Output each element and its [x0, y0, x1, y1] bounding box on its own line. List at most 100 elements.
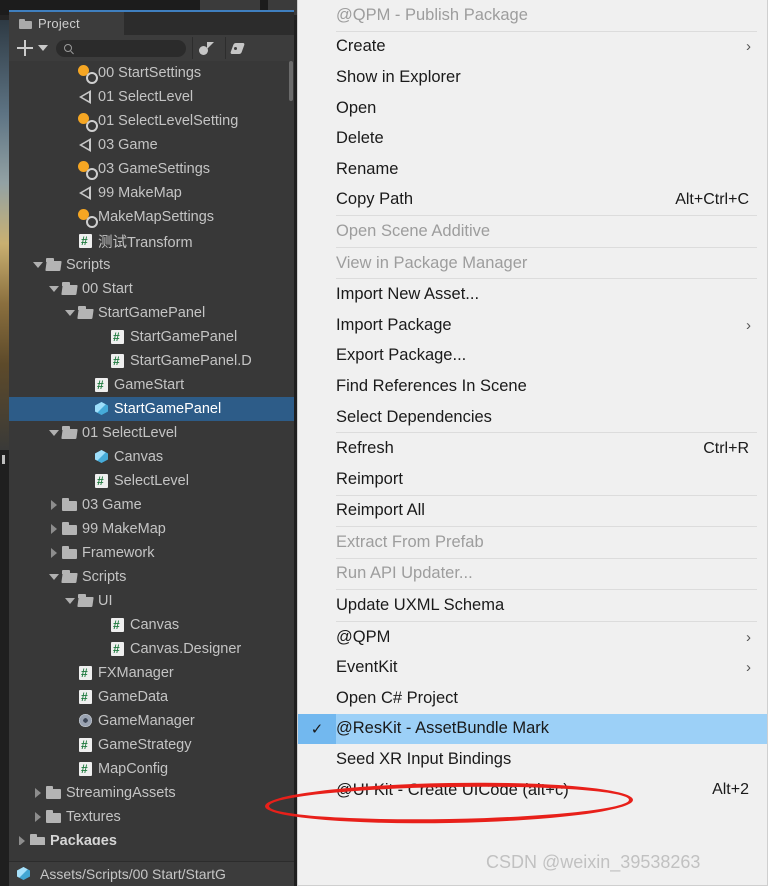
- checkmark-icon: ✓: [298, 713, 336, 745]
- tree-item[interactable]: StartGamePanel: [9, 325, 294, 349]
- tree-item[interactable]: Scripts: [9, 253, 294, 277]
- tree-item[interactable]: 03 GameSettings: [9, 157, 294, 181]
- menu-item[interactable]: Import Package ›: [298, 310, 767, 341]
- tree-item[interactable]: Scripts: [9, 565, 294, 589]
- menu-item[interactable]: Reimport: [298, 464, 767, 495]
- tab-project[interactable]: Project: [9, 12, 124, 35]
- tree-item[interactable]: StartGamePanel: [9, 397, 294, 421]
- tree-item[interactable]: FXManager: [9, 661, 294, 685]
- tree-item[interactable]: 01 SelectLevel: [9, 85, 294, 109]
- search-input[interactable]: [76, 42, 176, 54]
- menu-item[interactable]: Copy Path Alt+Ctrl+C: [298, 185, 767, 216]
- cs-icon: [109, 617, 127, 633]
- tree-twisty-closed[interactable]: [31, 810, 45, 824]
- tree-twisty-closed[interactable]: [47, 498, 61, 512]
- menu-item: Open Scene Additive: [298, 216, 767, 247]
- tree-scrollbar[interactable]: [289, 61, 293, 101]
- menu-item[interactable]: Update UXML Schema: [298, 590, 767, 621]
- menu-item[interactable]: Create ›: [298, 32, 767, 63]
- tree-twisty-open[interactable]: [63, 306, 77, 320]
- label-filter-button[interactable]: [226, 37, 252, 59]
- menu-item[interactable]: EventKit ›: [298, 652, 767, 683]
- tree-item[interactable]: SelectLevel: [9, 469, 294, 493]
- tree-item[interactable]: 03 Game: [9, 133, 294, 157]
- menu-item-label: Open C# Project: [336, 688, 458, 707]
- project-panel: Project 00 StartSettings 01 SelectLevel 01…: [9, 10, 294, 886]
- tree-item[interactable]: 03 Game: [9, 493, 294, 517]
- tree-twisty-closed[interactable]: [31, 786, 45, 800]
- tree-item[interactable]: 00 StartSettings: [9, 61, 294, 85]
- tree-item[interactable]: 测试Transform: [9, 229, 294, 253]
- cs-icon: [93, 377, 111, 393]
- menu-item[interactable]: @QPM ›: [298, 622, 767, 653]
- menu-item[interactable]: Show in Explorer: [298, 62, 767, 93]
- avatar-filter-button[interactable]: [193, 37, 219, 59]
- tree-item[interactable]: Canvas: [9, 613, 294, 637]
- tree-item[interactable]: StartGamePanel.D: [9, 349, 294, 373]
- menu-item[interactable]: Select Dependencies: [298, 402, 767, 433]
- project-tree[interactable]: 00 StartSettings 01 SelectLevel 01 SelectL…: [9, 61, 294, 845]
- tree-item[interactable]: GameStrategy: [9, 733, 294, 757]
- bulb-icon: [77, 65, 98, 84]
- tree-item[interactable]: 01 SelectLevelSetting: [9, 109, 294, 133]
- tree-item[interactable]: MakeMapSettings: [9, 205, 294, 229]
- tree-item[interactable]: 01 SelectLevel: [9, 421, 294, 445]
- tree-twisty-open[interactable]: [47, 426, 61, 440]
- tree-twisty-closed[interactable]: [47, 546, 61, 560]
- menu-item[interactable]: Reimport All: [298, 496, 767, 527]
- tree-item[interactable]: GameManager: [9, 709, 294, 733]
- tree-item[interactable]: 00 Start: [9, 277, 294, 301]
- add-asset-button[interactable]: [17, 40, 33, 56]
- menu-item-label: Import Package: [336, 315, 452, 334]
- watermark-text: CSDN @weixin_39538263: [486, 852, 701, 872]
- project-tab-strip: Project: [9, 12, 294, 35]
- menu-item[interactable]: Rename: [298, 154, 767, 185]
- cs-icon: [77, 689, 95, 705]
- chevron-down-icon[interactable]: [38, 45, 48, 51]
- tree-item[interactable]: Packages: [9, 829, 294, 845]
- tree-item[interactable]: StartGamePanel: [9, 301, 294, 325]
- tree-item-label: StartGamePanel: [130, 329, 238, 345]
- tree-item[interactable]: GameStart: [9, 373, 294, 397]
- menu-item: Run API Updater...: [298, 559, 767, 590]
- menu-item[interactable]: Delete: [298, 123, 767, 154]
- menu-item[interactable]: Refresh Ctrl+R: [298, 433, 767, 464]
- tree-twisty-open[interactable]: [63, 594, 77, 608]
- tree-item[interactable]: Canvas.Designer: [9, 637, 294, 661]
- menu-item[interactable]: Seed XR Input Bindings: [298, 744, 767, 775]
- tree-item[interactable]: Textures: [9, 805, 294, 829]
- bulb-icon: [77, 209, 98, 228]
- tree-item[interactable]: Canvas: [9, 445, 294, 469]
- prefab-icon: [93, 449, 111, 465]
- tree-item[interactable]: MapConfig: [9, 757, 294, 781]
- tree-item[interactable]: 99 MakeMap: [9, 181, 294, 205]
- tree-item[interactable]: UI: [9, 589, 294, 613]
- menu-item[interactable]: Find References In Scene: [298, 371, 767, 402]
- tree-item[interactable]: 99 MakeMap: [9, 517, 294, 541]
- asset-context-menu[interactable]: @QPM - Publish Package Create › Show in Exp…: [297, 0, 768, 886]
- screen-root: Project 00 StartSettings 01 SelectLevel 01…: [0, 0, 768, 886]
- menu-item[interactable]: Open C# Project: [298, 683, 767, 714]
- tree-twisty-open[interactable]: [31, 258, 45, 272]
- tree-item-label: 00 Start: [82, 281, 133, 297]
- folder-icon: [45, 785, 63, 801]
- tree-twisty-closed[interactable]: [47, 522, 61, 536]
- menu-item[interactable]: ✓ @ResKit - AssetBundle Mark: [298, 713, 767, 745]
- tree-twisty-open[interactable]: [47, 570, 61, 584]
- search-field[interactable]: [56, 39, 186, 57]
- tree-item[interactable]: StreamingAssets: [9, 781, 294, 805]
- menu-item[interactable]: Open: [298, 93, 767, 124]
- tree-item-label: Textures: [66, 809, 121, 825]
- tree-twisty-open[interactable]: [47, 282, 61, 296]
- menu-item[interactable]: Export Package...: [298, 341, 767, 372]
- menu-item[interactable]: @UI Kit - Create UICode (alt+c) Alt+2: [298, 775, 767, 806]
- menu-item[interactable]: Import New Asset...: [298, 279, 767, 310]
- tree-item[interactable]: Framework: [9, 541, 294, 565]
- tree-item[interactable]: GameData: [9, 685, 294, 709]
- chevron-right-icon: ›: [746, 316, 751, 334]
- tree-twisty-closed[interactable]: [15, 834, 29, 845]
